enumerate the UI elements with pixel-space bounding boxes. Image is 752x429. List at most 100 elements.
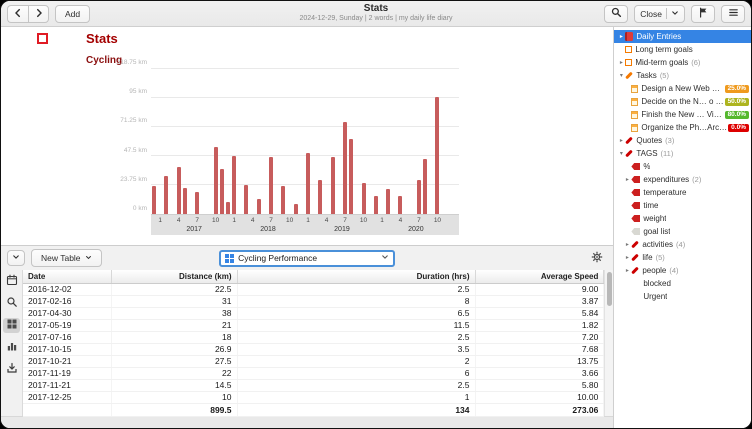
table-row[interactable]: 2016-12-0222.52.59.00	[23, 283, 604, 295]
chart-xtick-label: 10	[282, 217, 298, 224]
sidebar-item-label: Urgent	[643, 292, 667, 301]
chevron-left-icon	[13, 8, 23, 20]
chart-year-label: 2020	[396, 226, 436, 233]
sidebar-item-time[interactable]: time	[614, 199, 751, 212]
flag-button[interactable]	[691, 5, 715, 23]
progress-badge: 50.0%	[725, 98, 749, 106]
column-header-duration-hrs[interactable]: Duration (hrs)	[237, 270, 475, 283]
table-row[interactable]: 2017-07-16182.57.20	[23, 331, 604, 343]
scrollbar-thumb[interactable]	[607, 272, 612, 306]
collapse-panel-button[interactable]	[7, 250, 25, 266]
sidebar-item-mid-term-goals[interactable]: ▸Mid-term goals(6)	[614, 56, 751, 69]
item-count: (11)	[661, 149, 674, 158]
table-cell: 27.5	[111, 355, 237, 367]
table-cell: 9.00	[475, 283, 604, 295]
sidebar-item-tasks[interactable]: ▾Tasks(5)	[614, 69, 751, 82]
sidebar-item-quotes[interactable]: ▸Quotes(3)	[614, 134, 751, 147]
calendar-tab-button[interactable]	[3, 274, 20, 289]
chart-bar	[177, 167, 181, 214]
chart-bar	[294, 204, 298, 214]
table-row[interactable]: 2017-04-30386.55.84	[23, 307, 604, 319]
new-table-button[interactable]: New Table	[31, 249, 102, 267]
sidebar-item-label: TAGS	[636, 149, 657, 158]
editor-area[interactable]: Stats Cycling 0 km23.75 km47.5 km71.25 k…	[1, 27, 613, 245]
sidebar-item-goal-list[interactable]: goal list	[614, 225, 751, 238]
sidebar-item-label: goal list	[643, 227, 670, 236]
expander-icon[interactable]: ▸	[623, 254, 631, 261]
search-tab-button[interactable]	[3, 296, 20, 311]
table-row[interactable]: 2017-12-2510110.00	[23, 391, 604, 403]
sidebar-item-life[interactable]: ▸life(5)	[614, 251, 751, 264]
expander-icon[interactable]: ▸	[623, 267, 631, 274]
sidebar-item-activities[interactable]: ▸activities(4)	[614, 238, 751, 251]
search-icon	[611, 7, 622, 20]
table-cell: 10	[111, 391, 237, 403]
table-tab-button[interactable]	[3, 318, 20, 333]
menu-button[interactable]	[721, 5, 745, 23]
chart-tab-button[interactable]	[3, 340, 20, 355]
close-entry-button[interactable]: Close	[634, 5, 685, 23]
column-header-average-speed[interactable]: Average Speed	[475, 270, 604, 283]
sidebar-item-design-a-new-web-site[interactable]: Design a New Web Site25.0%	[614, 82, 751, 95]
table-row[interactable]: 2017-10-1526.93.57.68	[23, 343, 604, 355]
search-button[interactable]	[604, 5, 628, 23]
table-row[interactable]: 2017-02-163183.87	[23, 295, 604, 307]
sidebar-item-urgent[interactable]: Urgent	[614, 290, 751, 303]
expander-icon[interactable]: ▸	[623, 241, 631, 248]
table-row[interactable]: 2017-11-2114.52.55.80	[23, 379, 604, 391]
sidebar-item-finish-the-new-video[interactable]: Finish the New … Video80.0%	[614, 108, 751, 121]
table-cell: 2017-04-30	[23, 307, 111, 319]
column-header-distance-km[interactable]: Distance (km)	[111, 270, 237, 283]
chart-y-axis: 0 km23.75 km47.5 km71.25 km95 km118.75 k…	[105, 68, 147, 214]
sidebar-item-tags[interactable]: ▾ TAGS (11)	[614, 147, 751, 160]
add-button[interactable]: Add	[55, 5, 90, 23]
chart-ytick-label: 95 km	[105, 88, 147, 95]
red-checkbox[interactable]	[37, 33, 48, 44]
sidebar-item-label: blocked	[643, 279, 671, 288]
sidebar-item-blocked[interactable]: blocked	[614, 277, 751, 290]
chevron-down-icon	[671, 9, 679, 19]
tag-icon	[631, 202, 640, 209]
pencil-icon	[625, 150, 633, 158]
table-row[interactable]: 2017-10-2127.5213.75	[23, 355, 604, 367]
table-panel-toolbar: New Table Cycling Performance	[1, 246, 613, 270]
search-icon	[6, 296, 18, 311]
forward-button[interactable]	[28, 5, 49, 23]
chart-xtick-label: 7	[263, 217, 279, 224]
column-header-date[interactable]: Date	[23, 270, 111, 283]
expander-icon[interactable]: ▸	[617, 137, 625, 144]
table-row[interactable]: 2017-11-192263.66	[23, 367, 604, 379]
pencil-icon	[625, 137, 633, 145]
sidebar-item-temperature[interactable]: temperature	[614, 186, 751, 199]
expander-icon[interactable]: ▸	[623, 176, 631, 183]
sidebar-item-people[interactable]: ▸people(4)	[614, 264, 751, 277]
export-tab-button[interactable]	[3, 362, 20, 377]
sidebar-item-label: activities	[642, 240, 673, 249]
sidebar-item-daily-entries[interactable]: ▸ Daily Entries	[614, 30, 751, 43]
sidebar-item-expenditures[interactable]: ▸expenditures(2)	[614, 173, 751, 186]
sidebar-item-long-term-goals[interactable]: Long term goals	[614, 43, 751, 56]
sidebar-item-[interactable]: %	[614, 160, 751, 173]
sidebar-item-label: Daily Entries	[636, 32, 681, 41]
expander-icon[interactable]: ▾	[617, 72, 625, 79]
table-row[interactable]: 2017-05-192111.51.82	[23, 319, 604, 331]
sidebar-item-label: %	[643, 162, 650, 171]
table-selector[interactable]: Cycling Performance	[219, 250, 395, 267]
back-button[interactable]	[7, 5, 28, 23]
expander-icon[interactable]: ▸	[617, 59, 625, 66]
expander-icon[interactable]: ▾	[617, 150, 625, 157]
chevron-down-icon	[381, 253, 389, 263]
chart-bar	[386, 189, 390, 214]
expander-icon[interactable]: ▸	[617, 33, 625, 40]
panel-footer	[1, 416, 613, 429]
sidebar-item-decide-on-the-n-o-buy[interactable]: Decide on the N… o Buy50.0%	[614, 95, 751, 108]
settings-button[interactable]	[587, 249, 607, 267]
table-cell: 2017-10-21	[23, 355, 111, 367]
table-cell: 134	[237, 403, 475, 416]
sidebar-item-label: Organize the Ph…Archive	[641, 123, 728, 132]
chart-gridline	[151, 126, 459, 127]
sidebar-item-weight[interactable]: weight	[614, 212, 751, 225]
table-cell: 2017-05-19	[23, 319, 111, 331]
table-scrollbar[interactable]	[604, 270, 613, 416]
sidebar-item-organize-the-ph-archive[interactable]: Organize the Ph…Archive0.0%	[614, 121, 751, 134]
